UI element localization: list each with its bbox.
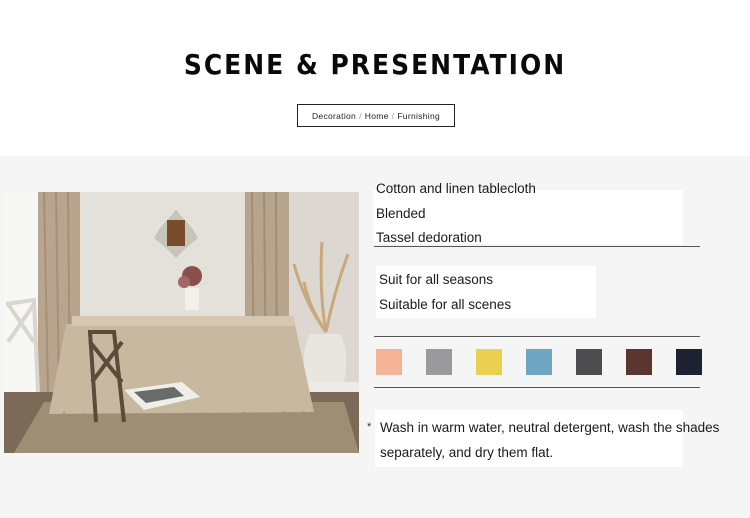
breadcrumb-item-furnishing[interactable]: Furnishing: [397, 111, 440, 121]
color-swatch[interactable]: [676, 349, 702, 375]
color-swatch[interactable]: [626, 349, 652, 375]
color-swatch[interactable]: [526, 349, 552, 375]
breadcrumb-item-decoration[interactable]: Decoration: [312, 111, 356, 121]
breadcrumb-item-home[interactable]: Home: [365, 111, 389, 121]
color-swatch[interactable]: [576, 349, 602, 375]
care-instructions-line2: separately, and dry them flat.: [380, 445, 554, 460]
divider: [374, 336, 700, 337]
feature-text: Suitable for all scenes: [379, 297, 512, 312]
feature-text: Tassel dedoration: [376, 230, 482, 245]
breadcrumb: Decoration / Home / Furnishing: [297, 104, 455, 127]
care-instructions-line1: Wash in warm water, neutral detergent, w…: [380, 420, 720, 435]
feature-text: Suit for all seasons: [379, 272, 494, 287]
color-swatch[interactable]: [426, 349, 452, 375]
feature-text: Blended: [376, 206, 426, 221]
product-scene-photo: [4, 192, 359, 453]
breadcrumb-separator: /: [391, 110, 395, 121]
header-section: SCENE & PRESENTATION Decoration / Home /…: [0, 0, 750, 156]
divider: [374, 246, 700, 247]
color-swatch[interactable]: [376, 349, 402, 375]
divider: [374, 387, 700, 388]
color-swatch[interactable]: [476, 349, 502, 375]
breadcrumb-separator: /: [359, 110, 362, 121]
feature-text: Cotton and linen tablecloth: [376, 181, 536, 196]
page-title: SCENE & PRESENTATION: [183, 48, 567, 81]
bullet-icon: *: [367, 421, 372, 433]
